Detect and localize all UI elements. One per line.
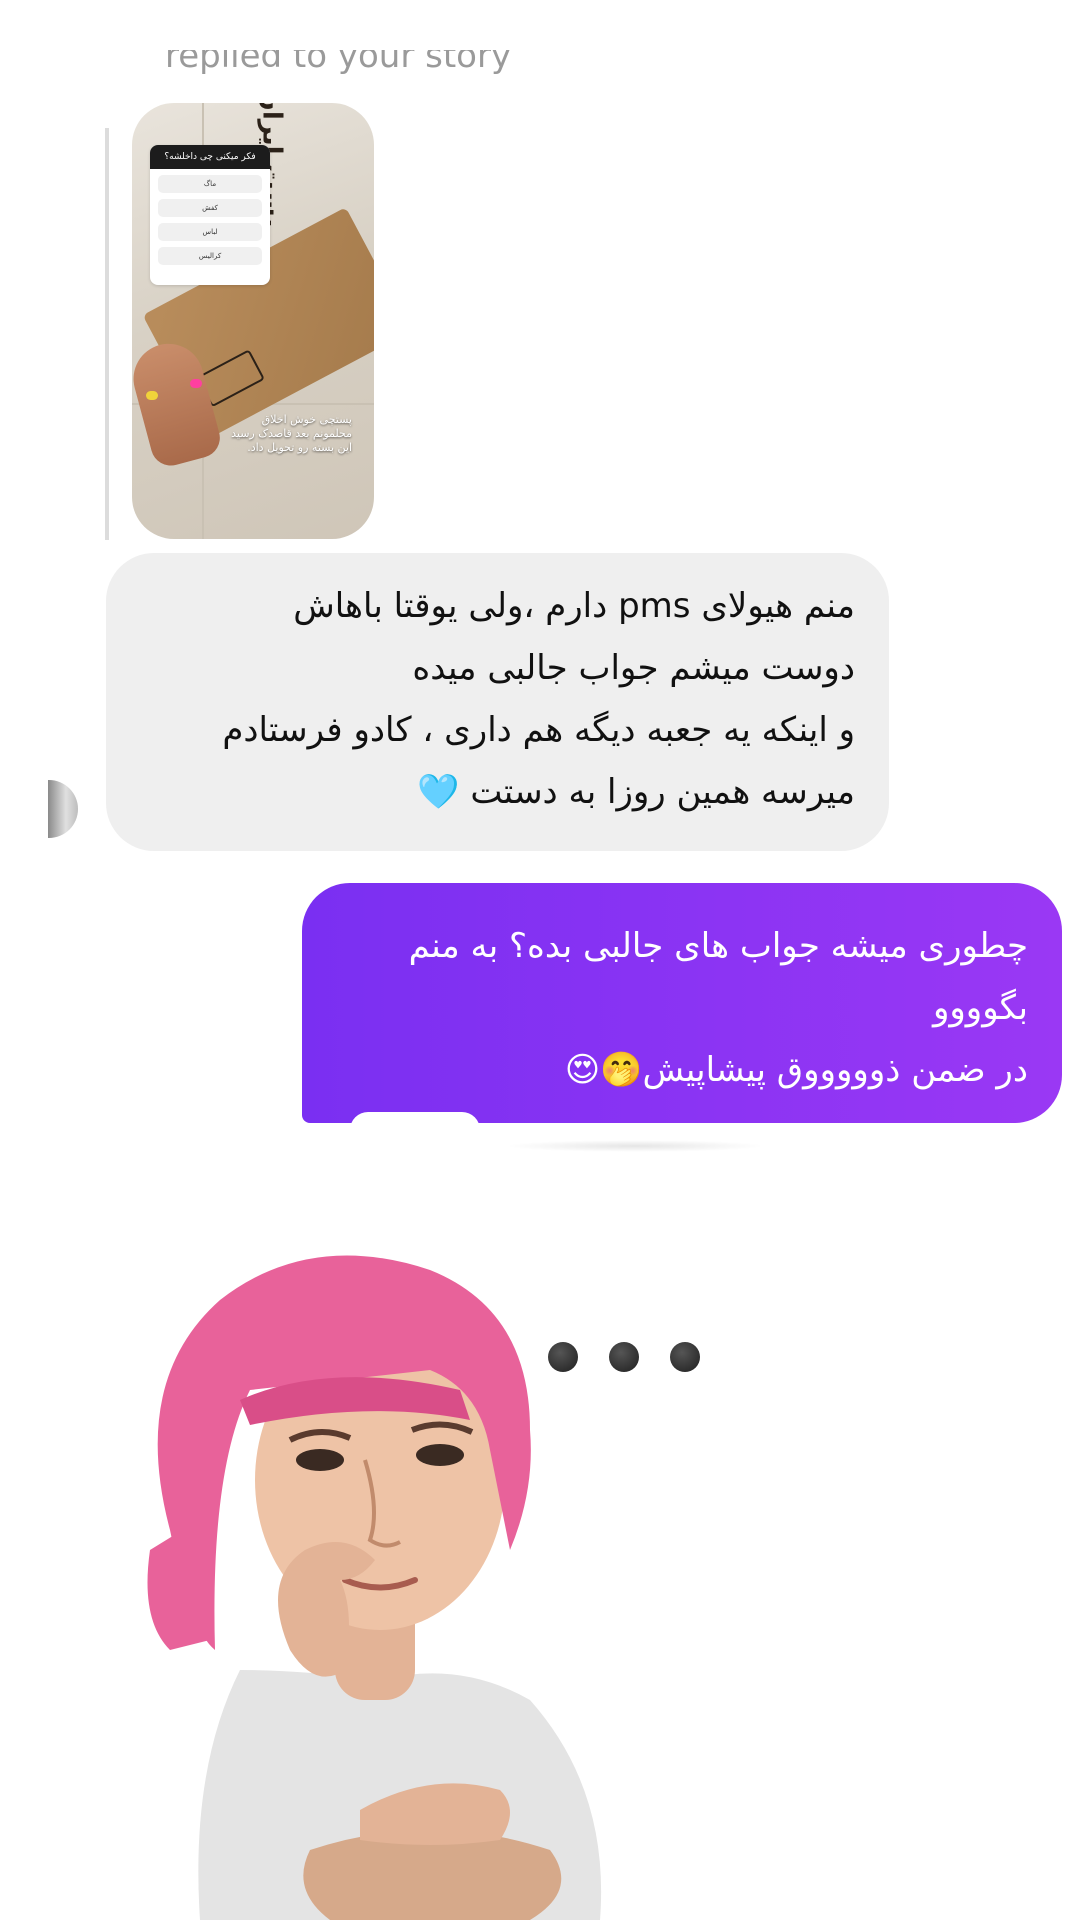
message-line: بگوووو xyxy=(932,988,1028,1028)
typing-dot xyxy=(609,1342,639,1372)
typing-dot xyxy=(670,1342,700,1372)
story-thumbnail[interactable]: پست ایران فکر میکنی چی داخلشه؟ ماگ کفش ل… xyxy=(132,103,374,539)
typing-dot xyxy=(548,1342,578,1372)
message-line: منم هیولای pms دارم ،ولی یوقتا باهاش xyxy=(293,586,855,626)
bubble-tail-mask xyxy=(350,1112,480,1130)
story-reply-rail xyxy=(105,128,109,540)
message-line: چطوری میشه جواب های جالبی بده؟ به منم xyxy=(408,926,1028,966)
message-line: و اینکه یه جعبه دیگه هم داری ، کادو فرست… xyxy=(222,710,855,750)
nail-polish xyxy=(190,379,202,388)
divider-shadow xyxy=(505,1140,765,1152)
message-line: دوست میشم جواب جالبی میده xyxy=(412,648,855,688)
poll-option: ماگ xyxy=(158,175,262,193)
message-line: میرسه همین روزا به دستت 🩵 xyxy=(417,772,855,812)
poll-option: لباس xyxy=(158,223,262,241)
message-line: در ضمن ذوووووق پیشاپیش🤭😍 xyxy=(564,1050,1028,1090)
poll-option: کفش xyxy=(158,199,262,217)
poll-sticker: فکر میکنی چی داخلشه؟ ماگ کفش لباس کرالیس xyxy=(150,145,270,285)
incoming-message-bubble[interactable]: منم هیولای pms دارم ،ولی یوقتا باهاش دوس… xyxy=(106,553,889,851)
story-reply-caption: replied to your story xyxy=(165,50,512,76)
poll-question: فکر میکنی چی داخلشه؟ xyxy=(150,145,270,169)
outgoing-message-bubble[interactable]: چطوری میشه جواب های جالبی بده؟ به منم بگ… xyxy=(302,883,1062,1123)
typing-indicator xyxy=(548,1342,700,1372)
nail-polish xyxy=(146,391,158,400)
sender-avatar[interactable] xyxy=(48,780,78,838)
poll-option: کرالیس xyxy=(158,247,262,265)
story-text-note: پستچی خوش اخلاق محلمونم بعد قاصدک رسید ا… xyxy=(231,413,352,454)
